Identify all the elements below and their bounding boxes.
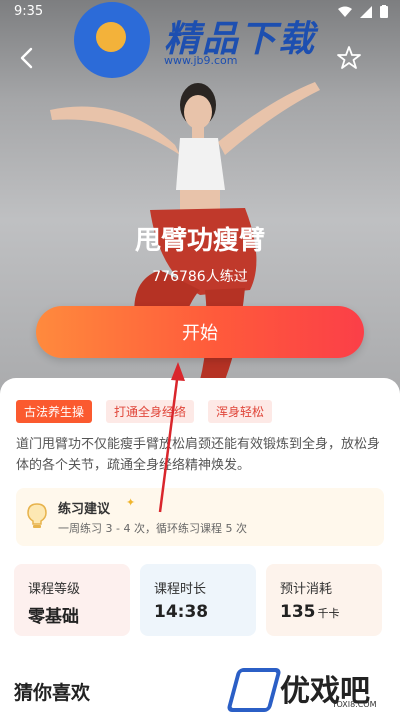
tag-item: 浑身轻松 — [208, 400, 273, 423]
back-icon[interactable] — [14, 44, 42, 72]
stat-unit: 千卡 — [317, 607, 340, 620]
stat-card-calories: 预计消耗 135 千卡 — [266, 564, 382, 636]
stat-card-level: 课程等级 零基础 — [14, 564, 130, 636]
favorite-star-icon[interactable] — [336, 45, 362, 71]
recommendation-title: 猜你喜欢 — [14, 682, 91, 704]
tag-item: 打通全身经络 — [106, 400, 195, 423]
course-description: 道门甩臂功不仅能瘦手臂放松肩颈还能有效锻炼到全身，放松身体的各个关节，疏通全身经… — [16, 437, 381, 473]
watermark-bottom: 优戏吧 YOXI8.COM — [222, 660, 400, 712]
watermark-mark-icon — [226, 668, 282, 712]
stat-label: 预计消耗 — [280, 582, 333, 597]
stat-label: 课程时长 — [154, 582, 207, 597]
signal-icon — [360, 5, 372, 18]
watermark-url: www.jb9.com — [164, 54, 238, 67]
lightbulb-icon — [27, 503, 47, 528]
status-time: 9:35 — [14, 4, 44, 19]
battery-icon — [380, 5, 388, 18]
advice-detail: 一周练习 3 - 4 次，循环练习课程 5 次 — [58, 522, 247, 535]
status-icons — [338, 5, 388, 18]
wifi-icon — [338, 6, 352, 17]
practice-advice: 练习建议 ✦ 一周练习 3 - 4 次，循环练习课程 5 次 — [16, 488, 384, 546]
learner-count: 776786人练过 — [152, 269, 248, 285]
stat-label: 课程等级 — [28, 582, 81, 597]
course-stats: 课程等级 零基础 课程时长 14:38 预计消耗 135 千卡 — [14, 564, 382, 636]
sparkle-icon: ✦ — [126, 496, 136, 509]
stat-card-duration: 课程时长 14:38 — [140, 564, 256, 636]
stat-value: 135 千卡 — [280, 602, 340, 622]
watermark-logo — [74, 2, 150, 78]
tag-item: 古法养生操 — [16, 400, 93, 423]
course-title: 甩臂功瘦臂 — [134, 226, 265, 256]
advice-title: 练习建议 — [58, 502, 111, 517]
start-button[interactable]: 开始 — [36, 306, 364, 358]
watermark-bottom-url: YOXI8.COM — [332, 700, 377, 709]
tag-list: 古法养生操 打通全身经络 浑身轻松 — [16, 400, 273, 423]
stat-value: 14:38 — [154, 602, 209, 622]
stat-value: 零基础 — [28, 607, 79, 627]
